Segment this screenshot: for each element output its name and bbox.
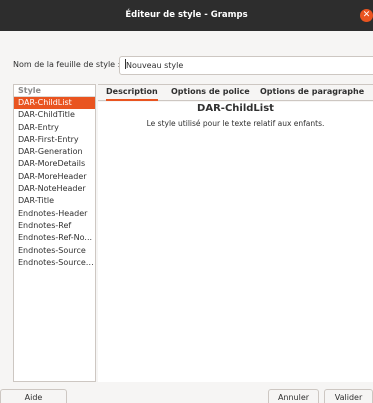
style-list-item[interactable]: DAR-NoteHeader	[14, 183, 95, 195]
style-list-item[interactable]: DAR-Entry	[14, 122, 95, 134]
stylesheet-name-value: Nouveau style	[126, 61, 184, 70]
style-list-item[interactable]: Endnotes-Source	[14, 245, 95, 257]
ok-button[interactable]: Valider	[324, 389, 373, 403]
style-list-item[interactable]: Endnotes-Ref	[14, 220, 95, 232]
close-icon[interactable]: ✕	[360, 9, 373, 22]
style-list-item[interactable]: Endnotes-Source-...	[14, 257, 95, 269]
style-list-header[interactable]: Style	[14, 85, 95, 97]
style-list-item[interactable]: DAR-Generation	[14, 146, 95, 158]
style-list-item[interactable]: DAR-ChildTitle	[14, 109, 95, 121]
style-description: Le style utilisé pour le texte relatif a…	[146, 119, 325, 128]
style-list-item[interactable]: Endnotes-Ref-No...	[14, 232, 95, 244]
window-title: Éditeur de style - Gramps	[125, 10, 248, 20]
style-list[interactable]: Style DAR-ChildList DAR-ChildTitle DAR-E…	[13, 84, 96, 382]
style-options-notebook: Description Options de police Options de…	[98, 84, 373, 382]
stylesheet-name-input[interactable]: Nouveau style	[119, 56, 373, 75]
tab-bar: Description Options de police Options de…	[98, 85, 373, 101]
help-button[interactable]: Aide	[0, 389, 67, 403]
description-panel: DAR-ChildList Le style utilisé pour le t…	[98, 102, 373, 382]
style-list-item[interactable]: DAR-MoreDetails	[14, 158, 95, 170]
tab-description[interactable]: Description	[106, 85, 158, 101]
style-list-item[interactable]: DAR-Title	[14, 195, 95, 207]
title-bar: Éditeur de style - Gramps ✕	[0, 0, 373, 31]
style-title: DAR-ChildList	[197, 103, 274, 114]
style-list-item[interactable]: DAR-MoreHeader	[14, 171, 95, 183]
style-list-item[interactable]: DAR-ChildList	[14, 97, 95, 110]
tab-font-options[interactable]: Options de police	[171, 85, 250, 101]
cancel-button[interactable]: Annuler	[268, 389, 319, 403]
tab-paragraph-options[interactable]: Options de paragraphe	[260, 85, 364, 101]
style-list-item[interactable]: Endnotes-Header	[14, 208, 95, 220]
style-list-item[interactable]: DAR-First-Entry	[14, 134, 95, 146]
stylesheet-name-label: Nom de la feuille de style :	[13, 60, 121, 69]
